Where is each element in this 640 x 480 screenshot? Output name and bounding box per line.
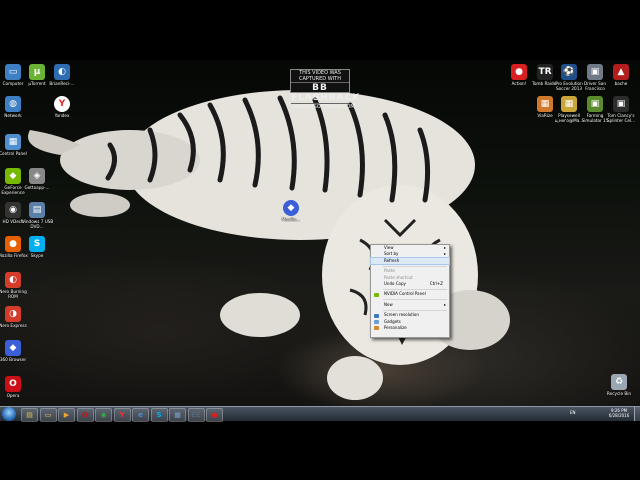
icon-360-browser-image: ◆	[5, 340, 21, 356]
icon-gettoapp[interactable]: ◈ Gettoapp-...	[18, 168, 56, 190]
icon-network[interactable]: ◍ Network	[0, 96, 32, 118]
icon-yandex-image: Y	[54, 96, 70, 112]
menu-item-label: Paste shortcut	[384, 274, 413, 280]
icon-recycle-bin[interactable]: ♻ Recycle Bin	[600, 374, 638, 396]
taskbar-record[interactable]: ●	[206, 408, 223, 422]
show-desktop-button[interactable]	[634, 407, 640, 421]
watermark-brand: BB FLASHBACK	[291, 82, 361, 104]
icon-bache[interactable]: ▲ bache	[602, 64, 640, 86]
taskbar-chrome[interactable]: ◉	[95, 408, 112, 422]
menu-item-label: Sort by	[384, 251, 399, 257]
taskbar-folder[interactable]: ▭	[39, 408, 57, 422]
dragged-icon[interactable]: ◆ Mozilla...	[272, 200, 310, 222]
personalize-icon	[374, 326, 379, 331]
taskbar-app2[interactable]: EE	[187, 408, 205, 422]
nvidia-icon	[374, 292, 379, 297]
icon-label: Opera	[6, 393, 20, 398]
display-icon	[374, 313, 379, 318]
icon-skype-image: S	[29, 236, 45, 252]
icon-recycle-bin-image: ♻	[611, 374, 627, 390]
menu-separator	[383, 309, 447, 311]
browser-icon: ◆	[283, 200, 299, 216]
icon-label: Tom Clancy's Splinter Cel...	[606, 113, 636, 123]
menu-item-label: View	[384, 245, 394, 250]
menu-shortcut: Ctrl+Z	[429, 280, 443, 286]
icon-label: BrianReci-...	[49, 81, 75, 86]
menu-item-label: Paste	[384, 268, 395, 274]
taskbar-explorer[interactable]: ▤	[21, 408, 38, 422]
watermark-top: THIS VIDEO WAS CAPTURED WITH	[299, 70, 341, 82]
icon-label: Gettoapp-...	[24, 185, 50, 190]
icon-label: Nero Burning ROM	[0, 289, 27, 299]
icon-actions-image: ●	[511, 64, 527, 80]
icon-opera[interactable]: O Opera	[0, 376, 32, 398]
menu-item-new[interactable]: New ▸	[371, 302, 449, 308]
icon-nero-express[interactable]: ◑ Nero Express	[0, 306, 32, 328]
icon-nero-burning[interactable]: ◐ Nero Burning ROM	[0, 272, 32, 299]
taskbar-media[interactable]: ▶	[58, 408, 75, 422]
icon-label: Yandex	[54, 113, 70, 118]
desktop[interactable]: THIS VIDEO WAS CAPTURED WITH BB FLASHBAC…	[0, 60, 640, 420]
icon-driver-sf-image: ▣	[587, 64, 603, 80]
menu-item-undo-copy[interactable]: Undo Copy Ctrl+Z	[371, 281, 449, 287]
taskbar-ie[interactable]: e	[132, 408, 149, 422]
icon-control-panel[interactable]: ▦ Control Panel	[0, 134, 32, 156]
icon-tom-clancy-image: ▣	[613, 96, 629, 112]
submenu-arrow-icon: ▸	[443, 301, 446, 307]
menu-item-label: Undo Copy	[384, 280, 406, 286]
icon-nero-express-image: ◑	[5, 306, 21, 322]
icon-brainfear[interactable]: ◐ BrianReci-...	[43, 64, 81, 86]
icon-tom-clancy[interactable]: ▣ Tom Clancy's Splinter Cel...	[602, 96, 640, 123]
start-button[interactable]	[2, 407, 16, 421]
watermark-bottom: WWW.BBSOFTWARE.COM	[291, 104, 355, 110]
icon-pes2013-image: ⚽	[561, 64, 577, 80]
icon-skype[interactable]: S Skype	[18, 236, 56, 258]
icon-360-browser[interactable]: ◆ 360 Browser	[0, 340, 32, 362]
menu-item-label: Personalize	[384, 324, 407, 330]
clock[interactable]: 9:26 PM 6/28/2016	[605, 408, 633, 418]
icon-network-image: ◍	[5, 96, 21, 112]
taskbar-yandex[interactable]: Y	[113, 408, 131, 422]
icon-nero-burning-image: ◐	[5, 272, 21, 288]
icon-label: 360 Browser	[0, 357, 27, 362]
icon-label: Recycle Bin	[606, 391, 632, 396]
icon-label: Nero Express	[0, 323, 27, 328]
icon-playground-image: ▦	[561, 96, 577, 112]
menu-item-nvidia-control-panel[interactable]: NVIDIA Control Panel	[371, 291, 449, 297]
menu-item-personalize[interactable]: Personalize	[371, 325, 449, 331]
menu-item-label: NVIDIA Control Panel	[384, 291, 426, 297]
watermark: THIS VIDEO WAS CAPTURED WITH BB FLASHBAC…	[290, 69, 359, 110]
icon-yandex[interactable]: Y Yandex	[43, 96, 81, 118]
icon-label: Control Panel	[0, 151, 27, 156]
menu-separator	[383, 288, 447, 290]
taskbar-app1[interactable]: ▦	[169, 408, 186, 422]
menu-separator	[383, 265, 447, 267]
icon-bache-image: ▲	[613, 64, 629, 80]
icon-windows7-usb-image: ▤	[29, 202, 45, 218]
icon-control-panel-image: ▦	[5, 134, 21, 150]
icon-opera-image: O	[5, 376, 21, 392]
gadgets-icon	[374, 320, 379, 325]
menu-item-label: Refresh	[384, 257, 400, 263]
menu-item-label: New	[384, 301, 393, 307]
icon-windows7-usb[interactable]: ▤ Windows 7 USB DVD...	[18, 202, 56, 229]
menu-item-label: Gadgets	[384, 318, 401, 324]
clock-date: 6/28/2016	[608, 413, 630, 418]
taskbar-opera[interactable]: O	[76, 408, 94, 422]
taskbar: ▤ ▭ ▶ O ◉ Ye S ▦ EE ● EN 9:26 PM 6/28/2016	[0, 406, 640, 422]
icon-label: Skype	[30, 253, 44, 258]
icon-label: Windows 7 USB DVD...	[20, 219, 54, 229]
dragged-icon-label: Mozilla...	[281, 217, 301, 222]
icon-label: bache	[614, 81, 628, 86]
icon-brainfear-image: ◐	[54, 64, 70, 80]
menu-item-label: Screen resolution	[384, 312, 419, 318]
icon-label: Network	[4, 113, 22, 118]
icon-gettoapp-image: ◈	[29, 168, 45, 184]
menu-separator	[383, 299, 447, 301]
context-menu: View ▸ Sort by ▸ Refresh Paste Paste shortcut U…	[370, 244, 450, 338]
taskbar-skype[interactable]: S	[150, 408, 168, 422]
menu-item-refresh[interactable]: Refresh	[370, 256, 450, 266]
tray-language[interactable]: EN	[570, 410, 576, 415]
icon-farming-image: ▣	[587, 96, 603, 112]
